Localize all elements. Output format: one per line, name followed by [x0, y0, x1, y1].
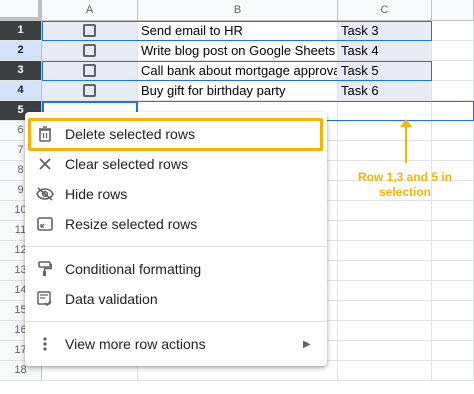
close-icon [25, 158, 65, 170]
cell-d15[interactable] [432, 301, 474, 321]
cell-a2[interactable] [42, 41, 138, 61]
column-header-a[interactable]: A [42, 0, 138, 21]
column-header-d[interactable] [432, 0, 474, 21]
cell-c7[interactable] [338, 141, 432, 161]
cell-d18[interactable] [432, 361, 474, 381]
menu-item-label: Hide rows [65, 186, 128, 202]
more-vert-icon [25, 337, 65, 351]
cell-c2[interactable]: Task 4 [338, 41, 432, 61]
menu-item-label: Conditional formatting [65, 261, 202, 277]
cell-d7[interactable] [432, 141, 474, 161]
data-validation-icon [25, 291, 65, 307]
cell-d5[interactable] [432, 101, 474, 121]
cell-d17[interactable] [432, 341, 474, 361]
row-header-4[interactable]: 4 [0, 81, 42, 101]
column-header-c[interactable]: C [338, 0, 432, 21]
cell-d1[interactable] [432, 21, 474, 41]
cell-c12[interactable] [338, 241, 432, 261]
cell-b3[interactable]: Call bank about mortgage approval [138, 61, 338, 81]
cell-d2[interactable] [432, 41, 474, 61]
menu-item-data-validation[interactable]: Data validation [25, 284, 327, 314]
cell-c6[interactable] [338, 121, 432, 141]
cell-d3[interactable] [432, 61, 474, 81]
menu-item-label: Resize selected rows [65, 216, 198, 232]
checkbox[interactable] [82, 44, 96, 57]
checkbox[interactable] [82, 64, 96, 77]
menu-item-label: Clear selected rows [65, 156, 188, 172]
cell-d6[interactable] [432, 121, 474, 141]
row-header-3[interactable]: 3 [0, 61, 42, 81]
menu-item-hide-rows[interactable]: Hide rows [25, 179, 327, 209]
column-header-b[interactable]: B [138, 0, 338, 21]
cell-d4[interactable] [432, 81, 474, 101]
checkbox[interactable] [82, 84, 96, 97]
cell-b1[interactable]: Send email to HR [138, 21, 338, 41]
submenu-arrow-icon: ▶ [303, 338, 311, 350]
menu-item-delete-rows[interactable]: Delete selected rows [25, 119, 327, 149]
row-header-1[interactable]: 1 [0, 21, 42, 41]
menu-item-label: Data validation [65, 291, 158, 307]
cell-d16[interactable] [432, 321, 474, 341]
paint-roller-icon [25, 261, 65, 277]
cell-b2[interactable]: Write blog post on Google Sheets [138, 41, 338, 61]
annotation-line [405, 125, 407, 163]
checkbox[interactable] [82, 24, 96, 37]
resize-icon [25, 217, 65, 231]
menu-divider [25, 246, 327, 247]
cell-c13[interactable] [338, 261, 432, 281]
cell-c1[interactable]: Task 3 [338, 21, 432, 41]
cell-c17[interactable] [338, 341, 432, 361]
cell-d14[interactable] [432, 281, 474, 301]
cell-c11[interactable] [338, 221, 432, 241]
cell-c3[interactable]: Task 5 [338, 61, 432, 81]
menu-item-conditional-formatting[interactable]: Conditional formatting [25, 254, 327, 284]
select-all-corner[interactable] [0, 0, 42, 21]
cell-d13[interactable] [432, 261, 474, 281]
cell-c15[interactable] [338, 301, 432, 321]
cell-b4[interactable]: Buy gift for birthday party [138, 81, 338, 101]
cell-d11[interactable] [432, 221, 474, 241]
annotation-text: Row 1,3 and 5 in selection [357, 170, 453, 199]
cell-c10[interactable] [338, 201, 432, 221]
row-header-2[interactable]: 2 [0, 41, 42, 61]
cell-a3[interactable] [42, 61, 138, 81]
cell-d12[interactable] [432, 241, 474, 261]
cell-c16[interactable] [338, 321, 432, 341]
cell-c14[interactable] [338, 281, 432, 301]
cell-d10[interactable] [432, 201, 474, 221]
row-context-menu: Delete selected rows Clear selected rows… [25, 112, 327, 366]
cell-a4[interactable] [42, 81, 138, 101]
menu-item-label: Delete selected rows [65, 126, 195, 142]
cell-c4[interactable]: Task 6 [338, 81, 432, 101]
cell-c5[interactable] [338, 101, 432, 121]
menu-divider [25, 321, 327, 322]
menu-item-clear-rows[interactable]: Clear selected rows [25, 149, 327, 179]
cell-a1[interactable] [42, 21, 138, 41]
menu-item-more-row-actions[interactable]: View more row actions ▶ [25, 329, 327, 359]
eye-off-icon [25, 187, 65, 201]
menu-item-resize-rows[interactable]: Resize selected rows [25, 209, 327, 239]
trash-icon [25, 126, 65, 142]
menu-item-label: View more row actions [65, 336, 206, 352]
cell-c18[interactable] [338, 361, 432, 381]
